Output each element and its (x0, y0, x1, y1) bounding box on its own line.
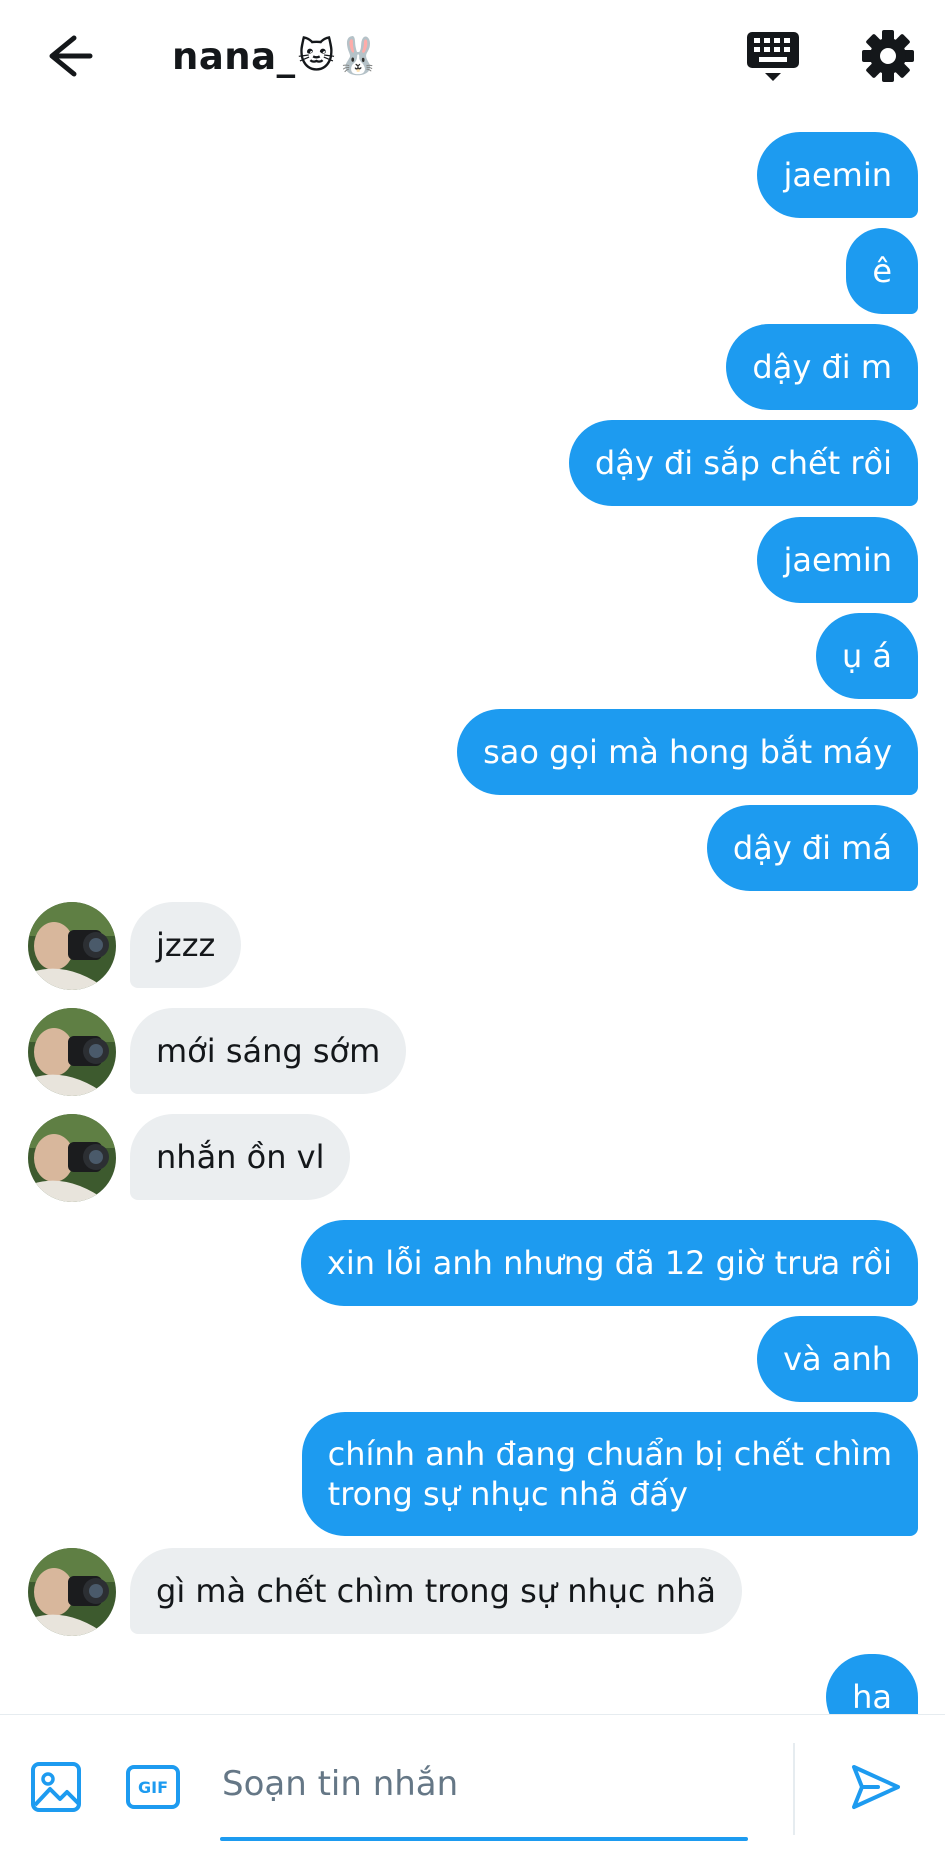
contact-name-emoji: 🐱🐰 (297, 36, 381, 77)
add-gif-button[interactable]: GIF (126, 1765, 180, 1809)
sent-message[interactable]: dậy đi má (706, 805, 918, 891)
contact-avatar-icon (28, 1114, 116, 1202)
sent-message[interactable]: dậy đi sắp chết rồi (568, 420, 918, 506)
image-icon (31, 1762, 81, 1812)
contact-avatar-icon (28, 902, 116, 990)
avatar[interactable] (28, 1008, 116, 1096)
sent-message[interactable]: xin lỗi anh nhưng đã 12 giờ trưa rồi (300, 1220, 918, 1306)
gear-icon (862, 30, 914, 82)
sent-message[interactable]: ê (846, 228, 918, 314)
sent-message[interactable]: jaemin (757, 132, 918, 218)
back-button[interactable] (38, 30, 98, 82)
received-message[interactable]: nhắn ồn vl (130, 1114, 351, 1200)
contact-avatar-icon (28, 1008, 116, 1096)
send-icon (852, 1765, 900, 1809)
message-input[interactable] (220, 1741, 750, 1827)
avatar[interactable] (28, 1114, 116, 1202)
contact-avatar-icon (28, 1548, 116, 1636)
settings-button[interactable] (858, 26, 918, 86)
conversation-title[interactable]: nana_ 🐱🐰 (172, 30, 381, 82)
keyboard-icon (747, 32, 799, 81)
send-button[interactable] (848, 1759, 904, 1815)
contact-name: nana_ (172, 34, 296, 78)
avatar[interactable] (28, 1548, 116, 1636)
sent-message[interactable]: ha (826, 1654, 918, 1714)
message-composer: GIF (0, 1714, 945, 1852)
input-focus-underline (220, 1837, 748, 1841)
received-message[interactable]: gì mà chết chìm trong sự nhục nhã (130, 1548, 742, 1634)
sent-message[interactable]: và anh (757, 1316, 918, 1402)
received-message[interactable]: mới sáng sớm (130, 1008, 407, 1094)
sent-message[interactable]: chính anh đang chuẩn bị chết chìm trong … (301, 1412, 918, 1536)
conversation-header: nana_ 🐱🐰 (0, 0, 945, 112)
sent-message[interactable]: ụ á (815, 613, 918, 699)
message-list[interactable]: jaemin ê dậy đi m dậy đi sắp chết rồi ja… (0, 112, 945, 1714)
sent-message[interactable]: sao gọi mà hong bắt máy (457, 709, 918, 795)
composer-divider (793, 1743, 795, 1835)
gif-label: GIF (137, 1777, 168, 1797)
sent-message[interactable]: jaemin (757, 517, 918, 603)
add-photo-button[interactable] (30, 1761, 82, 1813)
back-arrow-icon (49, 35, 93, 77)
received-message[interactable]: jzzz (130, 902, 242, 988)
keyboard-button[interactable] (743, 26, 803, 86)
avatar[interactable] (28, 902, 116, 990)
sent-message[interactable]: dậy đi m (726, 324, 918, 410)
